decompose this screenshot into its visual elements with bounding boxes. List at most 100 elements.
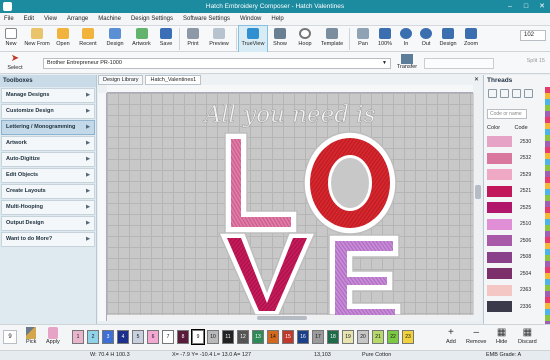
horizontal-scrollbar[interactable]	[107, 315, 473, 321]
transfer-button[interactable]: Transfer	[395, 53, 419, 73]
thread-row[interactable]: 2529	[487, 168, 544, 181]
palette-color-6[interactable]: 6	[147, 330, 159, 344]
thread-row[interactable]: 2530	[487, 135, 544, 148]
zoom-design-button[interactable]: Design	[436, 26, 460, 52]
thread-list-icon[interactable]	[500, 89, 509, 98]
menu-machine[interactable]: Machine	[98, 16, 121, 22]
letter-l[interactable]	[224, 132, 298, 234]
thread-row[interactable]: 2506	[487, 234, 544, 247]
toolbox-output-design[interactable]: Output Design ▶	[1, 216, 95, 231]
letter-v[interactable]	[217, 232, 317, 315]
thread-search-input[interactable]: Code or name	[487, 109, 527, 119]
toolbox-manage-designs[interactable]: Manage Designs ▶	[1, 88, 95, 103]
toolbox-artwork[interactable]: Artwork ▶	[1, 136, 95, 151]
toolbox-want-more[interactable]: Want to do More? ▶	[1, 232, 95, 247]
new-from-button[interactable]: New From	[22, 26, 52, 52]
maximize-icon[interactable]: □	[518, 0, 534, 13]
pan-button[interactable]: Pan	[352, 26, 374, 52]
artwork-button[interactable]: Artwork	[128, 26, 155, 52]
template-button[interactable]: Template	[317, 26, 347, 52]
toolbox-lettering[interactable]: Lettering / Monogramming ▶	[1, 120, 95, 135]
palette-color-7[interactable]: 7	[162, 330, 174, 344]
thread-row[interactable]: 2532	[487, 152, 544, 165]
palette-color-9[interactable]: 9	[191, 329, 205, 345]
zoom-button[interactable]: Zoom	[460, 26, 482, 52]
thread-color-strip[interactable]	[545, 87, 550, 324]
toolbox-create-layouts[interactable]: Create Layouts ▶	[1, 184, 95, 199]
color-count[interactable]: 9	[3, 330, 17, 344]
thread-row[interactable]: 2504	[487, 267, 544, 280]
palette-color-3[interactable]: 3	[102, 330, 114, 344]
thread-row[interactable]: 2510	[487, 218, 544, 231]
thread-row[interactable]: 2525	[487, 201, 544, 214]
menu-view[interactable]: View	[44, 16, 57, 22]
select-button[interactable]: ➤ Select	[2, 53, 28, 73]
palette-color-8[interactable]: 8	[177, 330, 189, 344]
design-button[interactable]: Design	[102, 26, 128, 52]
zoom-in-button[interactable]: In	[396, 26, 416, 52]
open-button[interactable]: Open	[52, 26, 74, 52]
palette-color-23[interactable]: 23	[402, 330, 414, 344]
apply-button[interactable]: Apply	[46, 327, 60, 345]
palette-color-1[interactable]: 1	[72, 330, 84, 344]
palette-color-22[interactable]: 22	[387, 330, 399, 344]
thread-row[interactable]: 2336	[487, 300, 544, 313]
discard-button[interactable]: ▦ Discard	[518, 327, 537, 345]
palette-color-4[interactable]: 4	[117, 330, 129, 344]
add-button[interactable]: + Add	[446, 327, 456, 345]
vertical-scrollbar[interactable]	[473, 93, 482, 315]
recent-button[interactable]: Recent	[74, 26, 102, 52]
close-icon[interactable]: ✕	[534, 0, 550, 13]
menu-help[interactable]: Help	[271, 16, 283, 22]
pick-button[interactable]: Pick	[26, 327, 36, 345]
letter-e[interactable]	[328, 234, 402, 315]
thread-chart-icon[interactable]	[488, 89, 497, 98]
menu-software-settings[interactable]: Software Settings	[183, 16, 230, 22]
palette-color-12[interactable]: 12	[237, 330, 249, 344]
preview-button[interactable]: Preview	[204, 26, 234, 52]
palette-color-17[interactable]: 17	[312, 330, 324, 344]
scroll-thumb[interactable]	[475, 185, 481, 199]
zoom-100-button[interactable]: 100%	[374, 26, 396, 52]
palette-color-2[interactable]: 2	[87, 330, 99, 344]
stitch-field[interactable]	[424, 58, 494, 69]
palette-color-10[interactable]: 10	[207, 330, 219, 344]
trueview-button[interactable]: TrueView	[238, 25, 268, 53]
zoom-out-button[interactable]: Out	[416, 26, 436, 52]
menu-arrange[interactable]: Arrange	[67, 16, 88, 22]
close-icon[interactable]: ✕	[474, 76, 479, 83]
save-button[interactable]: Save	[155, 26, 177, 52]
show-button[interactable]: Show	[267, 26, 293, 52]
toolbox-auto-digitize[interactable]: Auto-Digitize ▶	[1, 152, 95, 167]
tab-hatch-valentines[interactable]: Hatch_Valentines1	[145, 75, 202, 85]
thread-settings-icon[interactable]	[524, 89, 533, 98]
thread-row[interactable]: 2363	[487, 284, 544, 297]
palette-color-19[interactable]: 19	[342, 330, 354, 344]
thread-add-icon[interactable]	[512, 89, 521, 98]
palette-color-21[interactable]: 21	[372, 330, 384, 344]
zoom-level-input[interactable]: 102	[520, 30, 546, 41]
print-button[interactable]: Print	[182, 26, 204, 52]
palette-color-18[interactable]: 18	[327, 330, 339, 344]
palette-color-20[interactable]: 20	[357, 330, 369, 344]
hoop-button[interactable]: Hoop	[293, 26, 317, 52]
thread-row[interactable]: 2521	[487, 185, 544, 198]
palette-color-16[interactable]: 16	[297, 330, 309, 344]
remove-button[interactable]: – Remove	[466, 327, 486, 345]
tab-design-library[interactable]: Design Library	[98, 75, 144, 85]
menu-edit[interactable]: Edit	[24, 16, 34, 22]
design-canvas[interactable]: All you need is	[107, 93, 473, 315]
minimize-icon[interactable]: –	[502, 0, 518, 13]
toolbox-edit-objects[interactable]: Edit Objects ▶	[1, 168, 95, 183]
menu-design-settings[interactable]: Design Settings	[131, 16, 173, 22]
hide-button[interactable]: ▦ Hide	[496, 327, 507, 345]
palette-color-14[interactable]: 14	[267, 330, 279, 344]
menu-file[interactable]: File	[4, 16, 14, 22]
menu-window[interactable]: Window	[240, 16, 261, 22]
palette-color-13[interactable]: 13	[252, 330, 264, 344]
toolbox-customize-design[interactable]: Customize Design ▶	[1, 104, 95, 119]
palette-color-15[interactable]: 15	[282, 330, 294, 344]
script-lettering[interactable]: All you need is	[202, 102, 376, 129]
embroidery-design[interactable]: All you need is	[107, 93, 473, 315]
letter-o[interactable]	[303, 131, 397, 235]
